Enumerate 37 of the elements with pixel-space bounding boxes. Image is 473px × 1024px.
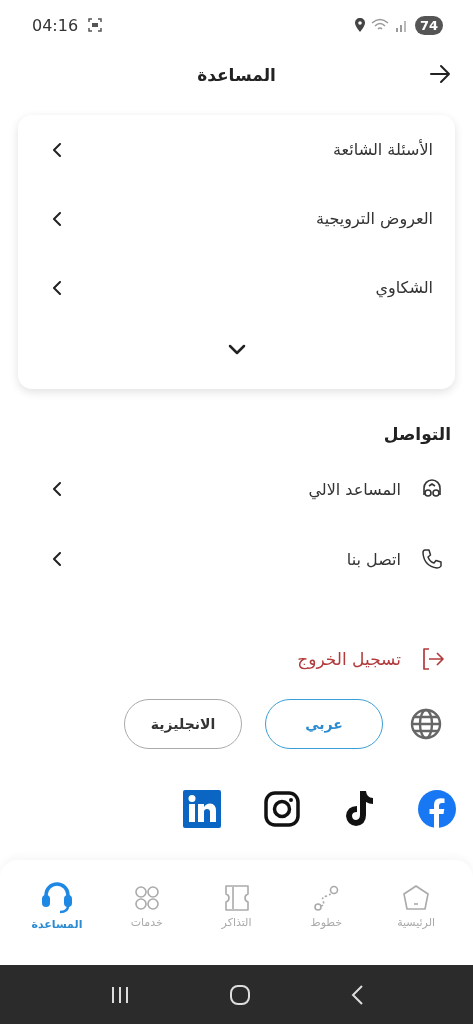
chevron-icon bbox=[52, 482, 62, 496]
logout-icon bbox=[421, 647, 445, 671]
language-option[interactable]: عربي bbox=[265, 699, 383, 749]
location-icon bbox=[354, 18, 365, 32]
chevron-icon bbox=[52, 211, 62, 226]
globe-icon bbox=[410, 708, 442, 740]
signal-icon bbox=[394, 18, 409, 32]
logout-button[interactable]: تسجيل الخروج bbox=[297, 647, 445, 671]
battery-level: 74 bbox=[414, 15, 443, 35]
chevron-icon bbox=[52, 280, 62, 295]
facebook-icon[interactable] bbox=[418, 790, 456, 828]
chevron-icon bbox=[52, 552, 62, 566]
section-title: التواصل bbox=[383, 424, 451, 444]
back-icon bbox=[349, 983, 364, 1006]
menu-item[interactable]: العروض الترويجية bbox=[18, 184, 455, 253]
recent-apps-icon bbox=[109, 985, 130, 1004]
headset-icon bbox=[39, 882, 74, 914]
language-option[interactable]: الانجليزية bbox=[124, 699, 242, 749]
chevron-icon bbox=[52, 142, 62, 157]
contact-item[interactable]: اتصل بنا bbox=[0, 524, 473, 594]
phone-icon bbox=[421, 548, 443, 570]
home-icon bbox=[402, 884, 431, 912]
menu-item[interactable]: الشكاوي bbox=[18, 253, 455, 322]
instagram-icon[interactable] bbox=[264, 791, 300, 827]
wifi-icon bbox=[370, 18, 389, 32]
route-icon bbox=[312, 884, 341, 912]
menu-item[interactable]: الأسئلة الشائعة bbox=[18, 115, 455, 184]
contact-item[interactable]: المساعد الالي bbox=[0, 454, 473, 524]
linkedin-icon[interactable] bbox=[183, 790, 221, 828]
screenshot-icon bbox=[88, 18, 103, 32]
services-icon bbox=[132, 884, 161, 912]
tiktok-icon[interactable] bbox=[343, 791, 375, 827]
page-title: المساعدة bbox=[197, 65, 276, 85]
back-button[interactable] bbox=[429, 64, 451, 84]
nav-tab[interactable]: المساعدة bbox=[12, 860, 102, 965]
robot-face-icon bbox=[421, 478, 443, 500]
clock: 04:16 bbox=[32, 15, 79, 35]
